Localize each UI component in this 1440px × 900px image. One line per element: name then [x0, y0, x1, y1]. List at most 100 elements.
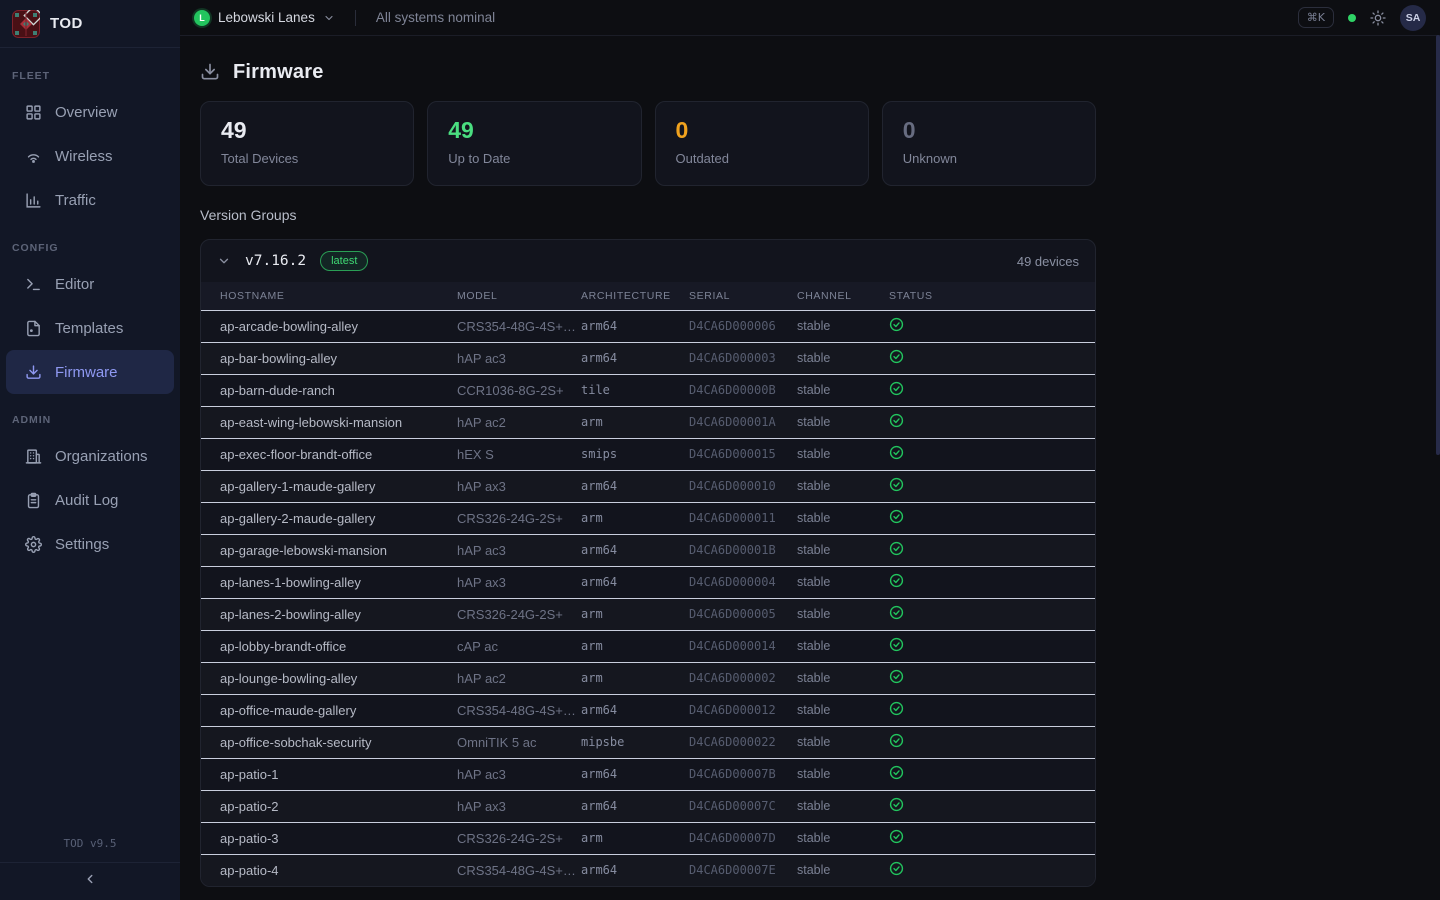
cell-status [889, 374, 1095, 406]
cell-host: ap-east-wing-lebowski-mansion [201, 406, 457, 438]
cell-arch: arm64 [581, 310, 689, 342]
cell-model: hAP ac3 [457, 758, 581, 790]
stat-card-total: 49 Total Devices [200, 101, 414, 186]
device-row-ap-east-wing-lebowski-mansion[interactable]: ap-east-wing-lebowski-mansionhAP ac2armD… [201, 406, 1095, 438]
cell-host: ap-arcade-bowling-alley [201, 310, 457, 342]
cell-host: ap-garage-lebowski-mansion [201, 534, 457, 566]
cell-serial: D4CA6D000022 [689, 726, 797, 758]
sidebar-item-label: Wireless [55, 148, 113, 165]
cell-serial: D4CA6D000005 [689, 598, 797, 630]
check-circle-icon [889, 381, 904, 396]
rug-logo-icon [12, 10, 40, 38]
cell-serial: D4CA6D000011 [689, 502, 797, 534]
page-title: Firmware [233, 61, 324, 84]
cell-chan: stable [797, 854, 889, 886]
cell-arch: arm [581, 406, 689, 438]
cell-arch: smips [581, 438, 689, 470]
cell-model: cAP ac [457, 630, 581, 662]
cell-arch: arm [581, 822, 689, 854]
stat-value: 0 [676, 117, 848, 145]
cell-chan: stable [797, 470, 889, 502]
device-row-ap-patio-1[interactable]: ap-patio-1hAP ac3arm64D4CA6D00007Bstable [201, 758, 1095, 790]
sidebar-item-label: Templates [55, 320, 123, 337]
system-status-text: All systems nominal [376, 10, 495, 25]
device-row-ap-lanes-2-bowling-alley[interactable]: ap-lanes-2-bowling-alleyCRS326-24G-2S+ar… [201, 598, 1095, 630]
cell-chan: stable [797, 758, 889, 790]
cell-host: ap-lanes-2-bowling-alley [201, 598, 457, 630]
chevron-down-icon [323, 12, 335, 24]
org-switcher[interactable]: L Lebowski Lanes [194, 10, 335, 26]
cell-serial: D4CA6D00007E [689, 854, 797, 886]
cell-host: ap-lounge-bowling-alley [201, 662, 457, 694]
cell-host: ap-patio-2 [201, 790, 457, 822]
check-circle-icon [889, 733, 904, 748]
check-circle-icon [889, 637, 904, 652]
device-row-ap-garage-lebowski-mansion[interactable]: ap-garage-lebowski-mansionhAP ac3arm64D4… [201, 534, 1095, 566]
sun-icon [1370, 10, 1386, 26]
sidebar-item-audit-log[interactable]: Audit Log [0, 478, 180, 522]
sidebar-item-label: Firmware [55, 364, 118, 381]
sidebar-item-label: Traffic [55, 192, 96, 209]
device-row-ap-arcade-bowling-alley[interactable]: ap-arcade-bowling-alleyCRS354-48G-4S+…ar… [201, 310, 1095, 342]
cell-arch: tile [581, 374, 689, 406]
sidebar-item-templates[interactable]: Templates [0, 306, 180, 350]
sidebar-item-traffic[interactable]: Traffic [0, 178, 180, 222]
topbar-divider [355, 10, 356, 26]
check-circle-icon [889, 477, 904, 492]
sidebar-item-editor[interactable]: Editor [0, 262, 180, 306]
sidebar-item-label: Audit Log [55, 492, 118, 509]
cell-chan: stable [797, 694, 889, 726]
device-row-ap-bar-bowling-alley[interactable]: ap-bar-bowling-alleyhAP ac3arm64D4CA6D00… [201, 342, 1095, 374]
cell-host: ap-patio-3 [201, 822, 457, 854]
device-row-ap-office-sobchak-security[interactable]: ap-office-sobchak-securityOmniTIK 5 acmi… [201, 726, 1095, 758]
devices-table: HOSTNAMEMODELARCHITECTURESERIALCHANNELST… [201, 282, 1095, 886]
sidebar-item-organizations[interactable]: Organizations [0, 434, 180, 478]
cell-status [889, 598, 1095, 630]
cell-model: hAP ax3 [457, 790, 581, 822]
cell-serial: D4CA6D000002 [689, 662, 797, 694]
cell-serial: D4CA6D00007C [689, 790, 797, 822]
chevron-down-icon [217, 254, 231, 268]
sidebar-collapse-button[interactable] [0, 862, 180, 900]
version-label: v7.16.2 [245, 253, 306, 269]
cell-status [889, 438, 1095, 470]
logo-row: TOD [0, 0, 180, 48]
device-row-ap-office-maude-gallery[interactable]: ap-office-maude-galleryCRS354-48G-4S+…ar… [201, 694, 1095, 726]
sidebar-section-label: CONFIG [0, 242, 180, 260]
check-circle-icon [889, 797, 904, 812]
cell-model: hAP ac3 [457, 534, 581, 566]
device-row-ap-lanes-1-bowling-alley[interactable]: ap-lanes-1-bowling-alleyhAP ax3arm64D4CA… [201, 566, 1095, 598]
vertical-scrollbar[interactable] [1436, 35, 1440, 455]
cell-host: ap-gallery-1-maude-gallery [201, 470, 457, 502]
device-row-ap-patio-3[interactable]: ap-patio-3CRS326-24G-2S+armD4CA6D00007Ds… [201, 822, 1095, 854]
cell-status [889, 694, 1095, 726]
download-icon [200, 62, 220, 82]
device-row-ap-exec-floor-brandt-office[interactable]: ap-exec-floor-brandt-officehEX SsmipsD4C… [201, 438, 1095, 470]
sidebar-item-overview[interactable]: Overview [0, 90, 180, 134]
cell-arch: arm64 [581, 694, 689, 726]
cell-chan: stable [797, 310, 889, 342]
sidebar-item-firmware[interactable]: Firmware [6, 350, 174, 394]
chevron-left-icon [83, 872, 97, 891]
device-row-ap-patio-4[interactable]: ap-patio-4CRS354-48G-4S+…arm64D4CA6D0000… [201, 854, 1095, 886]
command-palette-shortcut[interactable]: ⌘K [1298, 7, 1334, 28]
device-row-ap-lounge-bowling-alley[interactable]: ap-lounge-bowling-alleyhAP ac2armD4CA6D0… [201, 662, 1095, 694]
device-row-ap-gallery-2-maude-gallery[interactable]: ap-gallery-2-maude-galleryCRS326-24G-2S+… [201, 502, 1095, 534]
device-row-ap-lobby-brandt-office[interactable]: ap-lobby-brandt-officecAP acarmD4CA6D000… [201, 630, 1095, 662]
device-row-ap-patio-2[interactable]: ap-patio-2hAP ax3arm64D4CA6D00007Cstable [201, 790, 1095, 822]
device-row-ap-barn-dude-ranch[interactable]: ap-barn-dude-ranchCCR1036-8G-2S+tileD4CA… [201, 374, 1095, 406]
cell-model: hAP ac2 [457, 406, 581, 438]
sidebar-item-settings[interactable]: Settings [0, 522, 180, 566]
cell-model: CRS354-48G-4S+… [457, 310, 581, 342]
check-circle-icon [889, 605, 904, 620]
cell-chan: stable [797, 822, 889, 854]
device-row-ap-gallery-1-maude-gallery[interactable]: ap-gallery-1-maude-galleryhAP ax3arm64D4… [201, 470, 1095, 502]
user-avatar[interactable]: SA [1400, 5, 1426, 31]
cell-model: hAP ax3 [457, 470, 581, 502]
version-group-header[interactable]: v7.16.2 latest 49 devices [201, 240, 1095, 282]
cell-chan: stable [797, 598, 889, 630]
check-circle-icon [889, 765, 904, 780]
sidebar-item-wireless[interactable]: Wireless [0, 134, 180, 178]
theme-toggle-button[interactable] [1370, 10, 1386, 26]
cell-status [889, 502, 1095, 534]
